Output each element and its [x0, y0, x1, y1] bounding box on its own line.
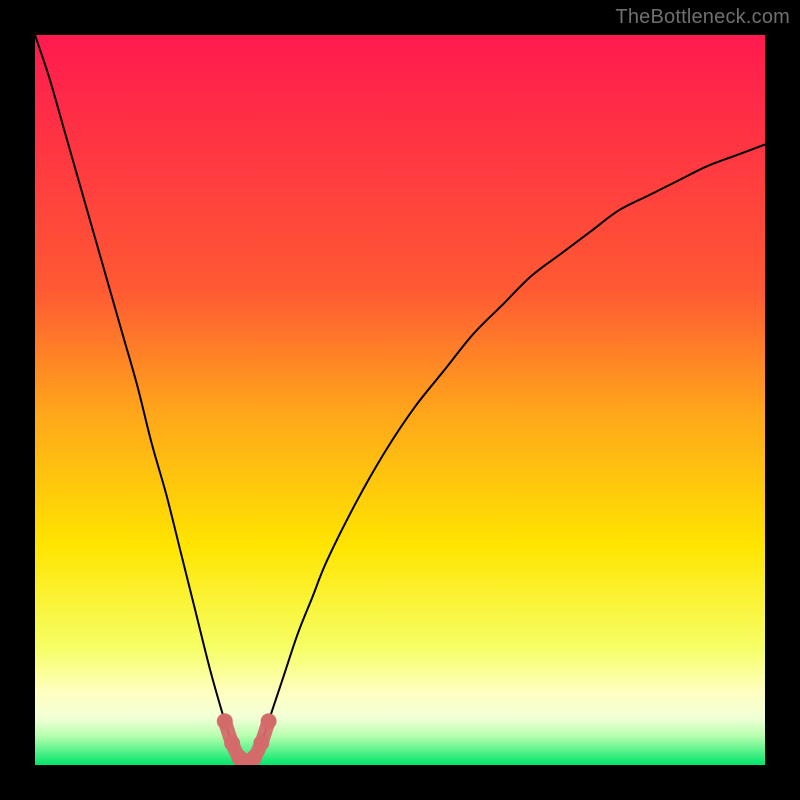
gradient-background [35, 35, 765, 765]
optimal-point [261, 713, 277, 729]
chart-frame: TheBottleneck.com [0, 0, 800, 800]
optimal-point [224, 735, 240, 751]
bottleneck-chart [35, 35, 765, 765]
optimal-point [246, 750, 262, 765]
plot-area [35, 35, 765, 765]
optimal-point [217, 713, 233, 729]
optimal-point [253, 735, 269, 751]
watermark-label: TheBottleneck.com [615, 6, 790, 29]
